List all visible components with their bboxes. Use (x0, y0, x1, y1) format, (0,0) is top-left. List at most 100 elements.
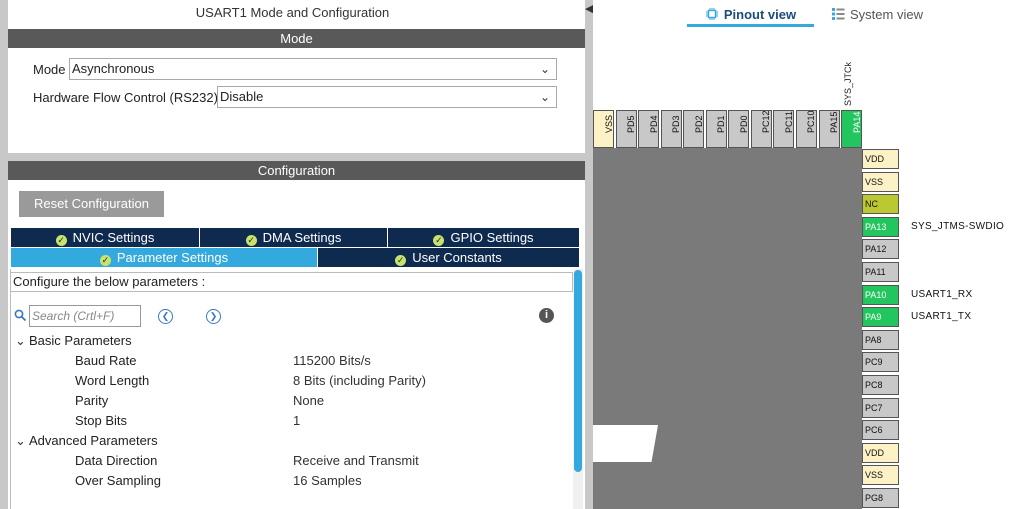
check-circle-icon: ✓ (395, 255, 407, 266)
param-over-sampling-label: Over Sampling (75, 473, 161, 488)
tab-user-constants[interactable]: ✓ User Constants (318, 248, 579, 267)
expand-caret-icon: ⌄ (15, 333, 26, 348)
param-stop-bits-label: Stop Bits (75, 413, 128, 428)
param-data-direction-value[interactable]: Receive and Transmit (293, 453, 419, 468)
active-tab-indicator (687, 24, 814, 27)
pin-pd3[interactable]: PD3 (660, 110, 682, 148)
chevron-down-icon: ⌄ (539, 90, 550, 104)
param-word-length-value[interactable]: 8 Bits (including Parity) (293, 373, 426, 388)
param-baud-rate-value[interactable]: 115200 Bits/s (293, 353, 371, 368)
pin-pd1[interactable]: PD1 (705, 110, 727, 148)
pin-pc6[interactable]: PC6 (862, 420, 899, 441)
configuration-section-header: Configuration (8, 161, 585, 180)
reset-configuration-button[interactable]: Reset Configuration (19, 191, 164, 217)
pin-pc7[interactable]: PC7 (862, 397, 899, 418)
pin-pa9[interactable]: PA9 (862, 307, 899, 328)
pin-vdd[interactable]: VDD (862, 149, 899, 169)
param-over-sampling-value[interactable]: 16 Samples (293, 473, 362, 488)
tab-label: Parameter Settings (116, 250, 229, 265)
pin-label: PA14 (851, 111, 862, 133)
pin-pa11[interactable]: PA11 (862, 262, 899, 282)
tab-system-view[interactable]: System view (832, 6, 932, 24)
check-circle-icon: ✓ (245, 235, 257, 246)
configure-info-text: Configure the below parameters : (10, 272, 573, 292)
pin-nc[interactable]: NC (862, 194, 899, 215)
pin-label: PD1 (716, 115, 727, 133)
pin-pc10[interactable]: PC10 (795, 110, 817, 148)
pin-vdd[interactable]: VDD (862, 442, 899, 463)
pin-label: PD3 (671, 115, 682, 133)
tab-nvic-settings[interactable]: ✓ NVIC Settings (11, 228, 200, 247)
group-label: Advanced Parameters (29, 433, 158, 448)
expand-caret-icon: ⌄ (15, 433, 26, 448)
pin-vss[interactable]: VSS (862, 171, 899, 192)
check-circle-icon: ✓ (99, 255, 111, 266)
param-data-direction-label: Data Direction (75, 453, 158, 468)
param-parity-value[interactable]: None (293, 393, 324, 408)
pin-pa14[interactable]: PA14 (841, 110, 863, 148)
next-arrow-icon[interactable]: ❯ (206, 309, 221, 324)
mode-select[interactable]: Asynchronous ⌄ (69, 58, 557, 80)
pin-label: PD5 (626, 115, 637, 133)
left-border (0, 0, 8, 509)
tab-label: GPIO Settings (450, 230, 534, 245)
hw-flow-select-value: Disable (220, 89, 264, 104)
pin-pc11[interactable]: PC11 (773, 110, 795, 148)
param-baud-rate-label: Baud Rate (75, 353, 137, 368)
pin-label: PC11 (783, 111, 794, 133)
group-basic-parameters[interactable]: ⌄ Basic Parameters (15, 333, 132, 349)
group-advanced-parameters[interactable]: ⌄ Advanced Parameters (15, 433, 158, 449)
pin-pa10[interactable]: PA10 (862, 284, 899, 305)
tab-parameter-settings[interactable]: ✓ Parameter Settings (11, 248, 318, 267)
check-circle-icon: ✓ (433, 235, 445, 246)
pin-pc8[interactable]: PC8 (862, 375, 899, 395)
pin-pa8[interactable]: PA8 (862, 329, 899, 350)
tab-label: DMA Settings (262, 230, 342, 245)
tab-label: User Constants (412, 250, 502, 265)
pin-label: PD2 (693, 115, 704, 133)
tab-gpio-settings[interactable]: ✓ GPIO Settings (388, 228, 579, 247)
pin-vss[interactable]: VSS (593, 110, 614, 148)
hw-flow-select[interactable]: Disable ⌄ (217, 86, 557, 108)
pin-pd0[interactable]: PD0 (728, 110, 750, 148)
pin-label: VSS (603, 114, 614, 133)
search-input[interactable]: Search (Crtl+F) (29, 305, 141, 327)
prev-arrow-icon[interactable]: ❮ (158, 309, 173, 324)
pin-pd2[interactable]: PD2 (683, 110, 705, 148)
pin-label: PC10 (806, 110, 817, 133)
panel-splitter[interactable] (585, 0, 593, 509)
chip-corner (593, 425, 658, 462)
signal-text: SYS_JTCk (843, 61, 853, 106)
pin-signal-label: USART1_TX (911, 311, 972, 323)
pin-signal-label: SYS_JTMS-SWDIO (911, 220, 1005, 232)
pin-pd4[interactable]: PD4 (638, 110, 660, 148)
pin-pd5[interactable]: PD5 (615, 110, 637, 148)
tab-pinout-view[interactable]: Pinout view (688, 6, 814, 24)
tab-label: Pinout view (723, 7, 797, 22)
pin-label: PA15 (829, 111, 839, 133)
pin-pa15[interactable]: PA15 (818, 110, 840, 148)
collapse-arrow-icon[interactable]: ◀ (585, 0, 593, 18)
mode-section-header: Mode (8, 29, 585, 48)
check-circle-icon: ✓ (55, 235, 67, 246)
pin-pc12[interactable]: PC12 (750, 110, 772, 148)
section-divider (8, 153, 585, 161)
tab-dma-settings[interactable]: ✓ DMA Settings (200, 228, 388, 247)
pin-signal-label: SYS_JTCk (843, 62, 857, 106)
tab-label: System view (850, 7, 923, 22)
hw-flow-label: Hardware Flow Control (RS232) (33, 90, 218, 105)
pin-pg8[interactable]: PG8 (862, 488, 899, 508)
mode-select-value: Asynchronous (72, 61, 155, 76)
pin-pa12[interactable]: PA12 (862, 239, 899, 260)
pin-pc9[interactable]: PC9 (862, 352, 899, 373)
info-icon[interactable]: i (539, 308, 554, 323)
tab-label: NVIC Settings (72, 230, 155, 245)
pin-signal-label: USART1_RX (911, 288, 973, 300)
pin-pa13[interactable]: PA13 (862, 216, 899, 237)
scrollbar-thumb[interactable] (574, 270, 582, 472)
param-stop-bits-value[interactable]: 1 (293, 413, 300, 428)
chip-icon (705, 8, 718, 20)
panel-title: USART1 Mode and Configuration (195, 5, 390, 20)
pin-vss[interactable]: VSS (862, 465, 899, 486)
group-label: Basic Parameters (29, 333, 132, 348)
